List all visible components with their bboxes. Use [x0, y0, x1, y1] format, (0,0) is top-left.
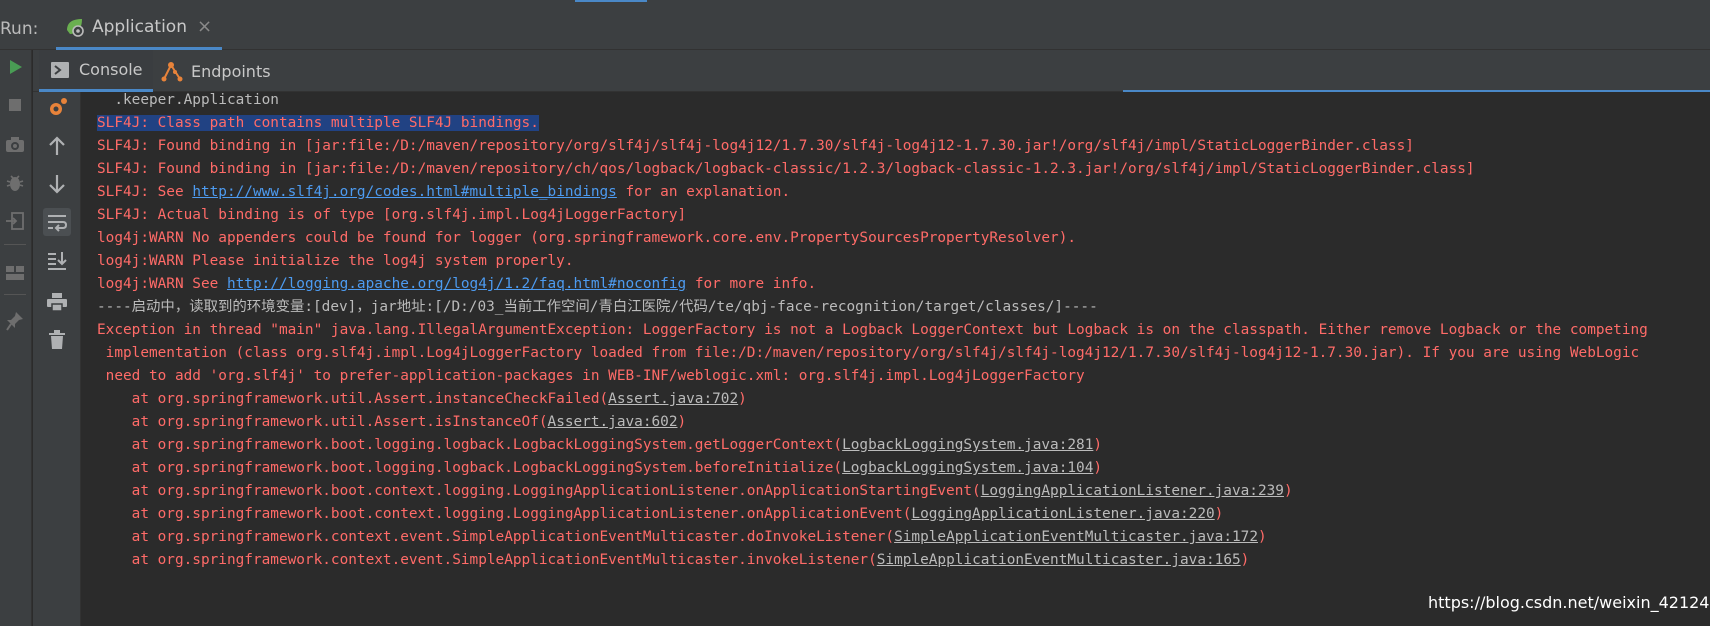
- toolbar-separator: [4, 244, 26, 245]
- console-line: .keeper.Application: [97, 92, 279, 113]
- stop-icon[interactable]: [2, 92, 28, 118]
- console-tabs: Console Endpoints: [33, 50, 1710, 92]
- trash-icon[interactable]: [43, 326, 71, 354]
- down-arrow-icon[interactable]: [43, 170, 71, 198]
- console-link[interactable]: Assert.java:702: [608, 391, 738, 407]
- console-line: at org.springframework.boot.logging.logb…: [97, 433, 1102, 458]
- console-text: at org.springframework.boot.logging.logb…: [97, 460, 843, 476]
- console-text: log4j:WARN See: [97, 276, 227, 292]
- run-label: Run:: [0, 19, 39, 39]
- console-text: at org.springframework.boot.logging.logb…: [97, 437, 843, 453]
- rerun-icon[interactable]: [2, 54, 28, 80]
- console-text: SLF4J: Class path contains multiple SLF4…: [97, 115, 539, 131]
- exit-icon[interactable]: [2, 208, 28, 234]
- console-link[interactable]: http://www.slf4j.org/codes.html#multiple…: [192, 184, 617, 200]
- console-line: at org.springframework.util.Assert.isIns…: [97, 410, 687, 435]
- console-line: log4j:WARN Please initialize the log4j s…: [97, 249, 574, 274]
- console-link[interactable]: Assert.java:602: [548, 414, 678, 430]
- pin-icon[interactable]: [2, 308, 28, 334]
- console-text: SLF4J: See: [97, 184, 193, 200]
- console-link[interactable]: LoggingApplicationListener.java:220: [911, 506, 1214, 522]
- soft-wrap-icon[interactable]: [43, 208, 71, 236]
- console-text: at org.springframework.util.Assert.isIns…: [97, 414, 548, 430]
- console-line: log4j:WARN See http://logging.apache.org…: [97, 272, 816, 297]
- console-line: at org.springframework.boot.logging.logb…: [97, 456, 1102, 481]
- console-line: at org.springframework.context.event.Sim…: [97, 548, 1250, 573]
- tab-endpoints[interactable]: Endpoints: [151, 50, 281, 92]
- console-text: at org.springframework.boot.context.logg…: [97, 483, 981, 499]
- print-icon[interactable]: [43, 288, 71, 316]
- console-text: SLF4J: Actual binding is of type [org.sl…: [97, 207, 687, 223]
- console-text: ): [1214, 506, 1224, 522]
- console-line: SLF4J: See http://www.slf4j.org/codes.ht…: [97, 180, 790, 205]
- console-text: for an explanation.: [616, 184, 791, 200]
- console-text: log4j:WARN Please initialize the log4j s…: [97, 253, 574, 269]
- run-toolwindow-header: Run: Application ×: [0, 6, 1710, 50]
- camera-icon[interactable]: [2, 132, 28, 158]
- run-tab-title: Application: [92, 16, 187, 37]
- toolbar-separator: [4, 294, 26, 295]
- tab-endpoints-label: Endpoints: [191, 61, 271, 81]
- console-link[interactable]: SimpleApplicationEventMulticaster.java:1…: [877, 552, 1241, 568]
- console-text: SLF4J: Found binding in [jar:file:/D:/ma…: [97, 138, 1414, 154]
- console-line: SLF4J: Actual binding is of type [org.sl…: [97, 203, 686, 228]
- spring-boot-app-icon: [67, 18, 84, 37]
- console-text: Exception in thread "main" java.lang.Ill…: [97, 322, 1648, 338]
- console-line: need to add 'org.slf4j' to prefer-applic…: [97, 364, 1085, 389]
- endpoints-icon: [161, 60, 183, 82]
- tab-console-label: Console: [79, 60, 143, 79]
- debug-icon[interactable]: [2, 170, 28, 196]
- console-text: for more info.: [686, 276, 817, 292]
- console-text: ): [738, 391, 747, 407]
- layout-icon[interactable]: [2, 260, 28, 286]
- console-text: at org.springframework.context.event.Sim…: [97, 529, 895, 545]
- console-text: ----启动中，读取到的环境变量:[dev]，jar地址:[/D:/03_当前工…: [97, 299, 1098, 315]
- close-tab-icon[interactable]: ×: [197, 16, 212, 37]
- console-line: at org.springframework.boot.context.logg…: [97, 479, 1293, 504]
- console-text: at org.springframework.util.Assert.insta…: [97, 391, 609, 407]
- console-icon: [49, 59, 71, 81]
- console-toolbar: [33, 92, 81, 626]
- console-line: SLF4J: Found binding in [jar:file:/D:/ma…: [97, 157, 1475, 182]
- tab-console[interactable]: Console: [39, 50, 153, 92]
- console-line: SLF4J: Found binding in [jar:file:/D:/ma…: [97, 134, 1414, 159]
- scroll-end-icon[interactable]: [43, 246, 71, 274]
- run-tab-application[interactable]: Application ×: [56, 6, 223, 50]
- console-line: implementation (class org.slf4j.impl.Log…: [97, 341, 1640, 366]
- console-line: log4j:WARN No appenders could be found f…: [97, 226, 1076, 251]
- console-line: at org.springframework.context.event.Sim…: [97, 525, 1267, 550]
- console-line: Exception in thread "main" java.lang.Ill…: [97, 318, 1648, 343]
- console-output[interactable]: .keeper.Application SLF4J: Class path con…: [82, 92, 1710, 626]
- console-line: SLF4J: Class path contains multiple SLF4…: [97, 111, 539, 136]
- console-link[interactable]: SimpleApplicationEventMulticaster.java:1…: [894, 529, 1258, 545]
- console-link[interactable]: LogbackLoggingSystem.java:281: [842, 437, 1093, 453]
- console-line: at org.springframework.boot.context.logg…: [97, 502, 1224, 527]
- spring-icon[interactable]: [43, 94, 71, 122]
- console-text: at org.springframework.boot.context.logg…: [97, 506, 912, 522]
- run-left-toolbar: [0, 50, 32, 626]
- console-text: need to add 'org.slf4j' to prefer-applic…: [97, 368, 1085, 384]
- watermark: https://blog.csdn.net/weixin_42124960: [1428, 593, 1710, 612]
- console-text: ): [1093, 437, 1103, 453]
- console-text: ): [1257, 529, 1267, 545]
- console-text: SLF4J: Found binding in [jar:file:/D:/ma…: [97, 161, 1475, 177]
- top-tab-indicator: [575, 0, 647, 2]
- console-text: log4j:WARN No appenders could be found f…: [97, 230, 1077, 246]
- console-line: at org.springframework.util.Assert.insta…: [97, 387, 747, 412]
- console-line: ----启动中，读取到的环境变量:[dev]，jar地址:[/D:/03_当前工…: [97, 295, 1098, 320]
- console-link[interactable]: LoggingApplicationListener.java:239: [981, 483, 1284, 499]
- console-link[interactable]: LogbackLoggingSystem.java:104: [842, 460, 1093, 476]
- console-text: ): [1093, 460, 1103, 476]
- console-link[interactable]: http://logging.apache.org/log4j/1.2/faq.…: [227, 276, 686, 292]
- console-text: ): [1283, 483, 1293, 499]
- console-text: at org.springframework.context.event.Sim…: [97, 552, 877, 568]
- up-arrow-icon[interactable]: [43, 132, 71, 160]
- console-text: ): [1240, 552, 1250, 568]
- console-text: .keeper.Application: [97, 92, 279, 108]
- console-text: ): [677, 414, 687, 430]
- console-text: implementation (class org.slf4j.impl.Log…: [97, 345, 1640, 361]
